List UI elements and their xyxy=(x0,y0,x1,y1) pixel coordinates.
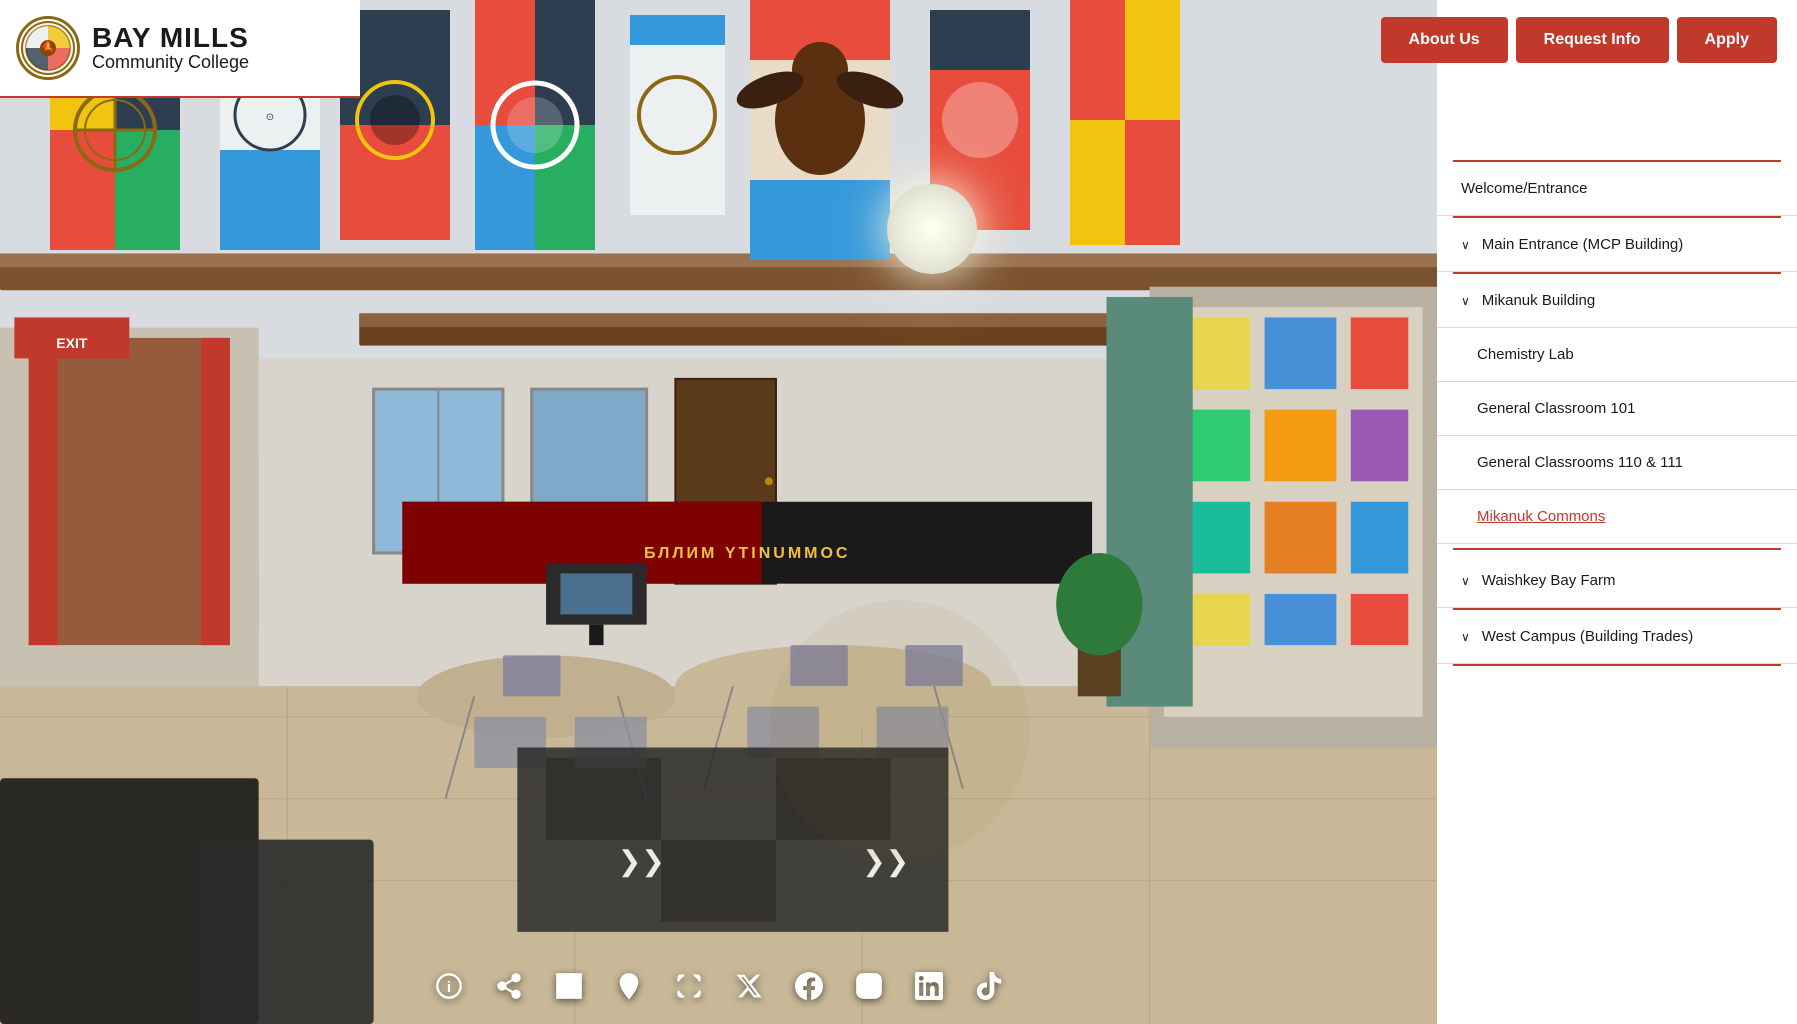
info-icon[interactable]: i xyxy=(431,968,467,1004)
chevron-waishkey: ∨ xyxy=(1461,574,1470,588)
sidebar-item-general-110-111[interactable]: General Classrooms 110 & 111 xyxy=(1437,436,1797,490)
location-icon[interactable] xyxy=(611,968,647,1004)
apply-button[interactable]: Apply xyxy=(1677,17,1777,63)
svg-text:EXIT: EXIT xyxy=(56,335,88,351)
tiktok-icon[interactable] xyxy=(971,968,1007,1004)
welcome-label: Welcome/Entrance xyxy=(1461,180,1587,197)
fullscreen-icon[interactable] xyxy=(671,968,707,1004)
sidebar-item-welcome[interactable]: Welcome/Entrance xyxy=(1437,162,1797,216)
main-layout: ⊙ xyxy=(0,0,1797,1024)
sidebar: BAY MILLS Community College Welcome/Entr… xyxy=(1437,0,1797,1024)
mikanuk-commons-label: Mikanuk Commons xyxy=(1477,508,1605,525)
svg-text:БЛЛИМ YTINUMMOC: БЛЛИМ YTINUMMOC xyxy=(644,545,850,562)
main-entrance-label: Main Entrance (MCP Building) xyxy=(1482,236,1683,253)
sidebar-item-west-campus[interactable]: ∨ West Campus (Building Trades) xyxy=(1437,610,1797,664)
request-info-button[interactable]: Request Info xyxy=(1516,17,1669,63)
sidebar-nav: Welcome/Entrance ∨ Main Entrance (MCP Bu… xyxy=(1437,160,1797,666)
scene-background: ⊙ xyxy=(0,0,1437,1024)
header: About Us Request Info Apply xyxy=(0,0,1797,80)
waishkey-label: Waishkey Bay Farm xyxy=(1482,572,1616,589)
nav-buttons: About Us Request Info Apply xyxy=(1381,17,1777,63)
linkedin-icon[interactable] xyxy=(911,968,947,1004)
share-icon[interactable] xyxy=(491,968,527,1004)
chevron-mikanuk: ∨ xyxy=(1461,294,1470,308)
instagram-icon[interactable] xyxy=(851,968,887,1004)
sidebar-item-general-101[interactable]: General Classroom 101 xyxy=(1437,382,1797,436)
floorplan-icon[interactable] xyxy=(551,968,587,1004)
svg-text:❯❯: ❯❯ xyxy=(618,845,665,877)
about-us-button[interactable]: About Us xyxy=(1381,17,1508,63)
twitter-x-icon[interactable] xyxy=(731,968,767,1004)
west-campus-label: West Campus (Building Trades) xyxy=(1482,628,1693,645)
chevron-west-campus: ∨ xyxy=(1461,630,1470,644)
svg-text:❯❯: ❯❯ xyxy=(862,845,909,877)
chemistry-lab-label: Chemistry Lab xyxy=(1477,346,1574,363)
svg-text:i: i xyxy=(446,979,450,996)
mikanuk-label: Mikanuk Building xyxy=(1482,292,1595,309)
interior-svg: БЛЛИМ YTINUMMOC EXIT xyxy=(0,0,1437,1024)
panorama-toolbar: i xyxy=(431,968,1007,1004)
facebook-icon[interactable] xyxy=(791,968,827,1004)
sidebar-item-chemistry-lab[interactable]: Chemistry Lab xyxy=(1437,328,1797,382)
sidebar-item-main-entrance[interactable]: ∨ Main Entrance (MCP Building) xyxy=(1437,218,1797,272)
general-101-label: General Classroom 101 xyxy=(1477,400,1635,417)
divider-4 xyxy=(1453,548,1781,550)
sidebar-item-waishkey[interactable]: ∨ Waishkey Bay Farm xyxy=(1437,554,1797,608)
general-110-111-label: General Classrooms 110 & 111 xyxy=(1477,454,1683,471)
light-fixture xyxy=(887,184,977,274)
chevron-main-entrance: ∨ xyxy=(1461,238,1470,252)
panorama-view[interactable]: ⊙ xyxy=(0,0,1437,1024)
sidebar-item-mikanuk-commons[interactable]: Mikanuk Commons xyxy=(1437,490,1797,544)
sidebar-item-mikanuk[interactable]: ∨ Mikanuk Building xyxy=(1437,274,1797,328)
divider-6 xyxy=(1453,664,1781,666)
